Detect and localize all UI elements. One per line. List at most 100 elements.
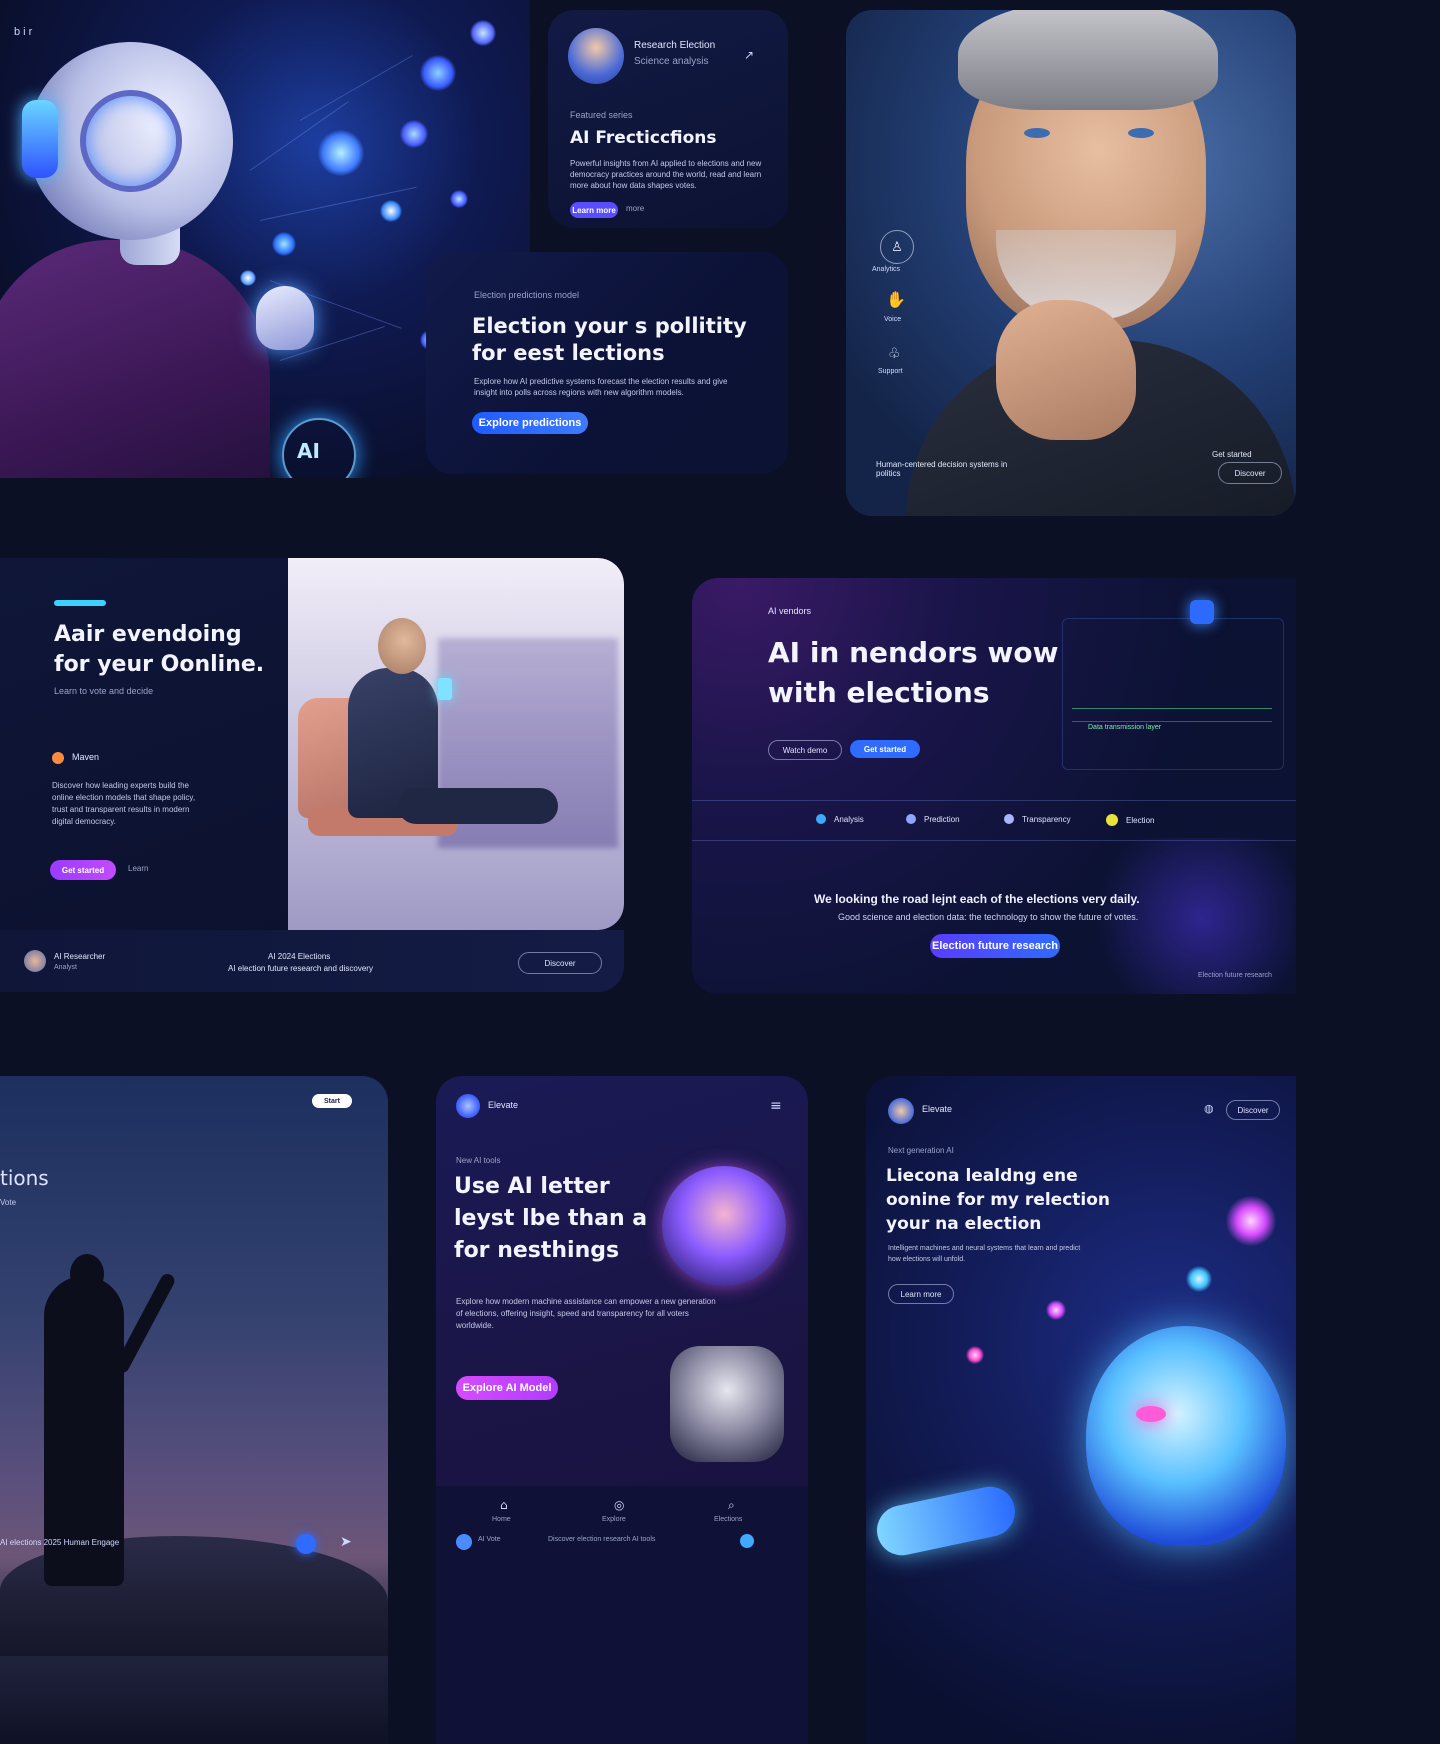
- card2-title: AI Frecticcfions: [570, 128, 717, 148]
- card2-body: Powerful insights from AI applied to ele…: [570, 159, 762, 191]
- get-started-label: Get started: [1212, 450, 1252, 459]
- nav-label[interactable]: Home: [492, 1516, 511, 1523]
- nav-label[interactable]: Explore: [602, 1516, 626, 1523]
- feature-divider-top: [692, 800, 1296, 801]
- side-icon-label: Analytics: [872, 266, 901, 273]
- researcher-name: AI Researcher: [54, 952, 106, 961]
- watch-demo-button[interactable]: Watch demo: [768, 740, 842, 760]
- card-silhouette-dusk: tions Vote Start AI elections 2025 Human…: [0, 1076, 388, 1744]
- card8-brand: Elevate: [488, 1100, 519, 1110]
- accent-bar: [54, 600, 106, 606]
- feature-transparency[interactable]: Transparency: [1004, 814, 1071, 824]
- learn-more-ghost-button[interactable]: Learn more: [888, 1284, 954, 1304]
- card-use-ai-letter: Elevate ≡ New AI tools Use AI letter ley…: [436, 1076, 808, 1744]
- card-ai-vendors: AI vendors AI in nendors wow with electi…: [692, 578, 1296, 994]
- android-portrait-card: [670, 1346, 784, 1462]
- brand-logo: [456, 1094, 480, 1118]
- hologram-node: [420, 55, 456, 91]
- feature-election[interactable]: Election: [1106, 814, 1154, 826]
- portrait-eye-right: [1128, 128, 1154, 138]
- circuit-chip-icon: [1190, 600, 1214, 624]
- home-icon[interactable]: ⌂: [500, 1498, 508, 1512]
- card8-eyebrow: New AI tools: [456, 1156, 501, 1165]
- card9-eyebrow: Next generation AI: [888, 1146, 954, 1155]
- share-icon[interactable]: [296, 1534, 316, 1554]
- explore-ai-model-button[interactable]: Explore AI Model: [456, 1376, 558, 1400]
- feature-prediction[interactable]: Prediction: [906, 814, 960, 824]
- discover-pill-button[interactable]: Discover: [1226, 1100, 1280, 1120]
- pink-orb: [1046, 1300, 1066, 1320]
- analytics-icon[interactable]: ♙: [880, 230, 914, 264]
- blue-robot-head: [1086, 1326, 1286, 1546]
- hologram-node: [272, 232, 296, 256]
- learn-link[interactable]: Learn: [128, 864, 148, 873]
- hologram-node: [380, 200, 402, 222]
- profile-name: Research Election: [634, 40, 716, 51]
- start-pill-button[interactable]: Start: [312, 1094, 352, 1108]
- card3-eyebrow: Election predictions model: [474, 290, 580, 300]
- card9-title-line2: oonine for my relection: [886, 1190, 1111, 1210]
- card5-footer-strip: AI Researcher Analyst AI 2024 Elections …: [0, 930, 624, 992]
- menu-icon[interactable]: ≡: [770, 1098, 782, 1114]
- explore-predictions-button[interactable]: Explore predictions: [472, 412, 588, 434]
- robot-portrait-circle: [662, 1166, 786, 1286]
- robot-ear-ring: [80, 90, 182, 192]
- card9-body: Intelligent machines and neural systems …: [888, 1245, 1081, 1263]
- card7-partial-sub: Vote: [0, 1198, 17, 1207]
- card3-title-line1: Election your s pollitity: [472, 314, 747, 338]
- close-icon[interactable]: ↗: [744, 48, 754, 62]
- discover-button[interactable]: Discover: [1218, 462, 1282, 484]
- card8-footer-text: Discover election research AI tools: [548, 1536, 656, 1543]
- hologram-node: [450, 190, 468, 208]
- get-started-button[interactable]: Get started: [50, 860, 116, 880]
- card-ai-predictions: Research Election Science analysis ↗ Fea…: [548, 10, 788, 228]
- side-icon-label: Support: [878, 368, 903, 375]
- hologram-node: [400, 120, 428, 148]
- bottom-nav: [436, 1486, 808, 1744]
- card8-title-line1: Use AI letter: [454, 1174, 610, 1199]
- vendors-get-started-button[interactable]: Get started: [850, 740, 920, 758]
- card8-footer-name: AI Vote: [478, 1536, 501, 1543]
- side-icon-label: Voice: [884, 316, 902, 323]
- election-icon: [1106, 814, 1118, 826]
- robot-face-light: [22, 100, 58, 178]
- footer-play-icon[interactable]: [740, 1534, 754, 1548]
- send-icon[interactable]: ➤: [340, 1534, 352, 1550]
- cyan-orb: [1186, 1266, 1212, 1292]
- phone-glow: [438, 678, 452, 700]
- footer-avatar: [456, 1534, 472, 1550]
- support-icon[interactable]: ♧: [888, 346, 901, 362]
- card1-top-label: b i r: [14, 26, 33, 38]
- robot-body-suit: [0, 240, 270, 478]
- feature-analysis[interactable]: Analysis: [816, 814, 864, 824]
- card5-title-line1: Aair evendoing: [54, 622, 242, 647]
- voice-icon[interactable]: ✋: [886, 290, 906, 309]
- search-icon[interactable]: ⌕: [728, 1498, 735, 1513]
- learn-more-button[interactable]: Learn more: [570, 202, 618, 218]
- hologram-node: [240, 270, 256, 286]
- portrait-eye-left: [1024, 128, 1050, 138]
- ai-badge-label: AI: [297, 439, 320, 463]
- robot-eye-glow: [1136, 1406, 1166, 1422]
- robot-hand: [256, 286, 314, 350]
- footer-discover-button[interactable]: Discover: [518, 952, 602, 974]
- more-link[interactable]: more: [626, 204, 644, 213]
- card7-footer: AI elections 2025 Human Engage: [0, 1538, 120, 1547]
- card8-title-line3: for nesthings: [454, 1238, 620, 1263]
- portrait-hand: [996, 300, 1136, 440]
- card8-body: Explore how modern machine assistance ca…: [456, 1297, 716, 1330]
- card6-title-line1: AI in nendors wow: [768, 636, 1059, 669]
- footer-center-line1: AI 2024 Elections: [268, 952, 331, 961]
- profile-subtitle: Science analysis: [634, 56, 709, 67]
- circuit-panel: [1062, 618, 1284, 770]
- vendors-sub-statement: Good science and election data: the tech…: [838, 912, 1139, 922]
- card5-body: Discover how leading experts build the o…: [52, 781, 196, 826]
- portrait-hair: [958, 10, 1218, 110]
- election-research-button[interactable]: Election future research: [930, 934, 1060, 958]
- card5-subtitle: Learn to vote and decide: [54, 686, 154, 696]
- hologram-node: [318, 130, 364, 176]
- globe-icon[interactable]: ◍: [1204, 1102, 1214, 1115]
- card-aair-evendoing: Aair evendoing for yeur Oonline. Learn t…: [0, 558, 624, 930]
- explore-icon[interactable]: ◎: [614, 1498, 624, 1512]
- nav-label[interactable]: Elections: [714, 1516, 742, 1523]
